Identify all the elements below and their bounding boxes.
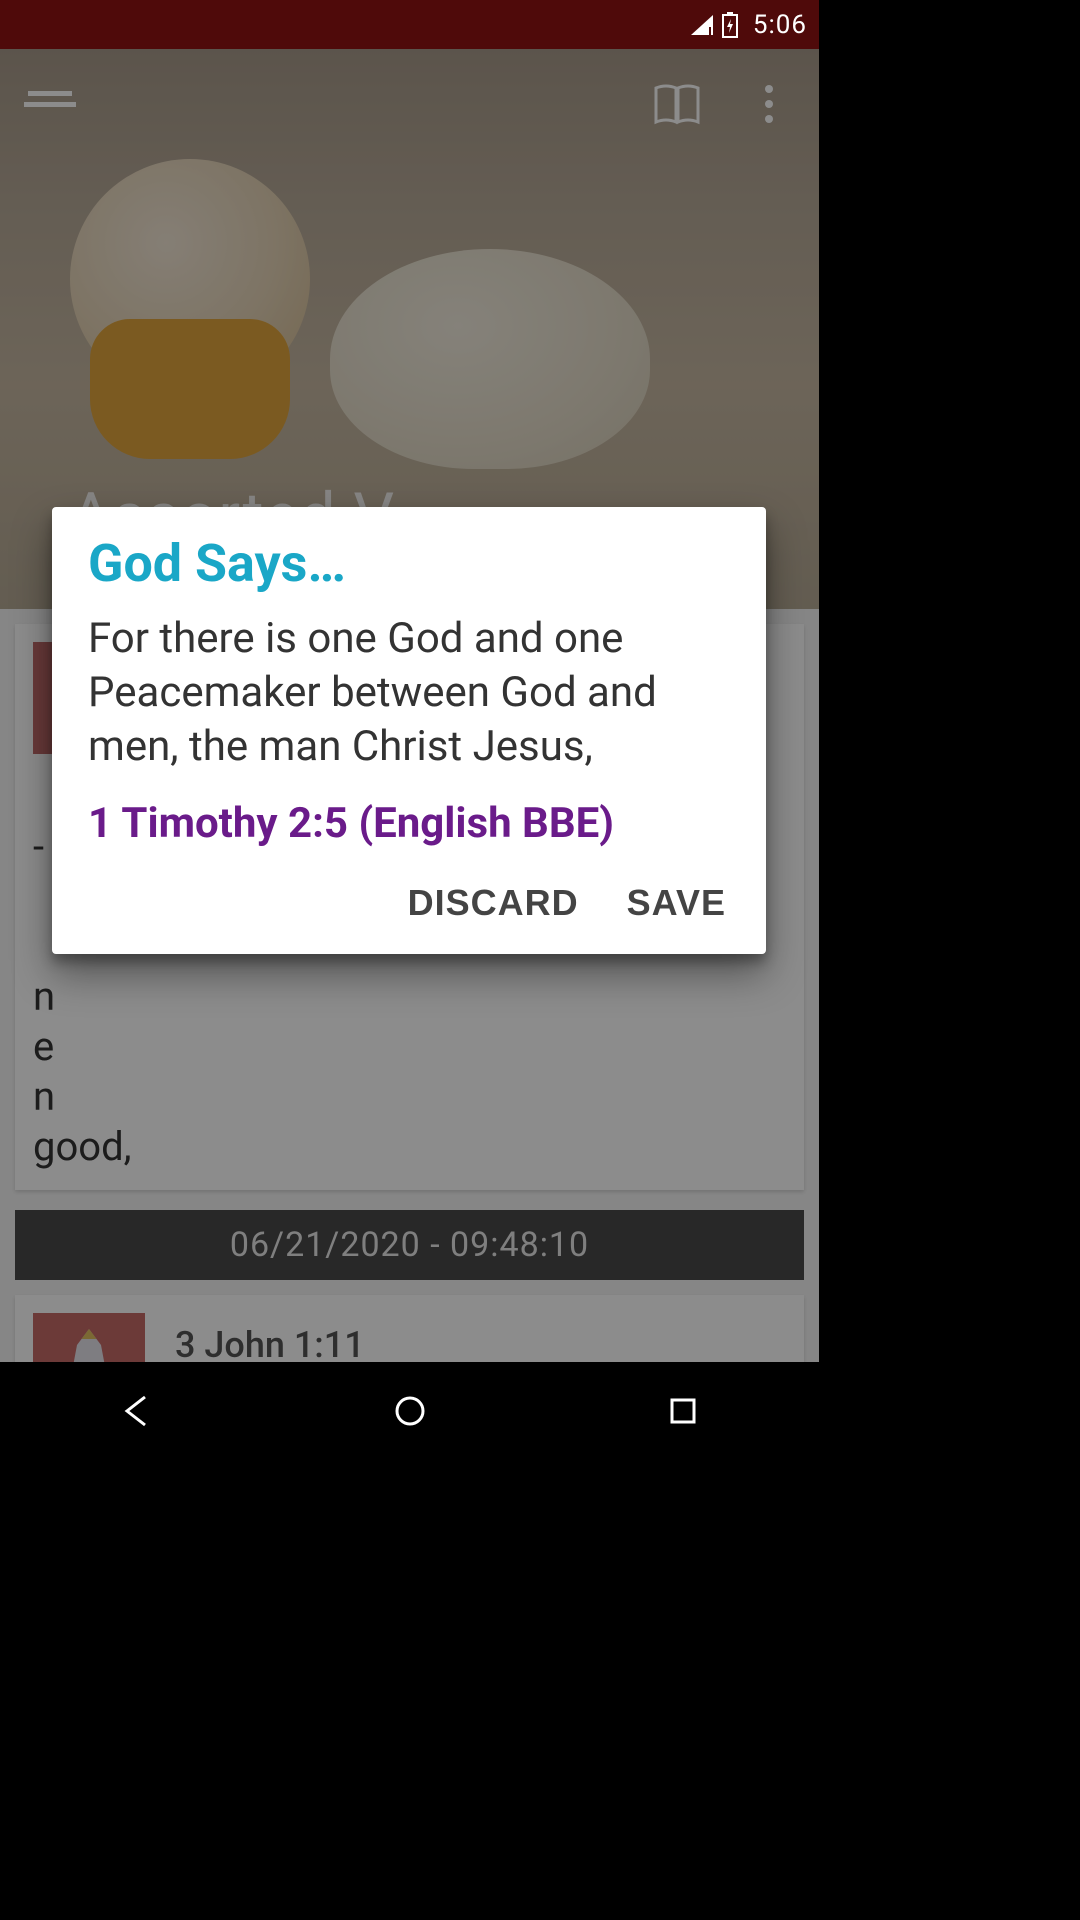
- dialog-verse-reference: 1 Timothy 2:5 (English BBE): [88, 799, 730, 848]
- svg-text:!: !: [711, 27, 714, 37]
- recent-apps-button[interactable]: [623, 1381, 743, 1441]
- god-says-dialog: God Says… For there is one God and one P…: [52, 507, 766, 954]
- dialog-verse-text: For there is one God and one Peacemaker …: [88, 612, 730, 773]
- battery-charging-icon: [721, 11, 739, 39]
- system-nav-bar: [0, 1362, 819, 1460]
- status-bar: ! 5:06: [0, 0, 819, 49]
- dialog-title: God Says…: [88, 533, 730, 594]
- status-icons: ! 5:06: [689, 10, 807, 40]
- cellular-signal-icon: !: [689, 13, 715, 37]
- back-button[interactable]: [77, 1381, 197, 1441]
- discard-button[interactable]: DISCARD: [404, 874, 583, 932]
- save-button[interactable]: SAVE: [623, 874, 730, 932]
- home-button[interactable]: [350, 1381, 470, 1441]
- status-clock: 5:06: [753, 10, 807, 40]
- dialog-actions: DISCARD SAVE: [88, 874, 730, 932]
- app-body: Assorted V - 1 n e n good, 06/21/2020 - …: [0, 49, 819, 1362]
